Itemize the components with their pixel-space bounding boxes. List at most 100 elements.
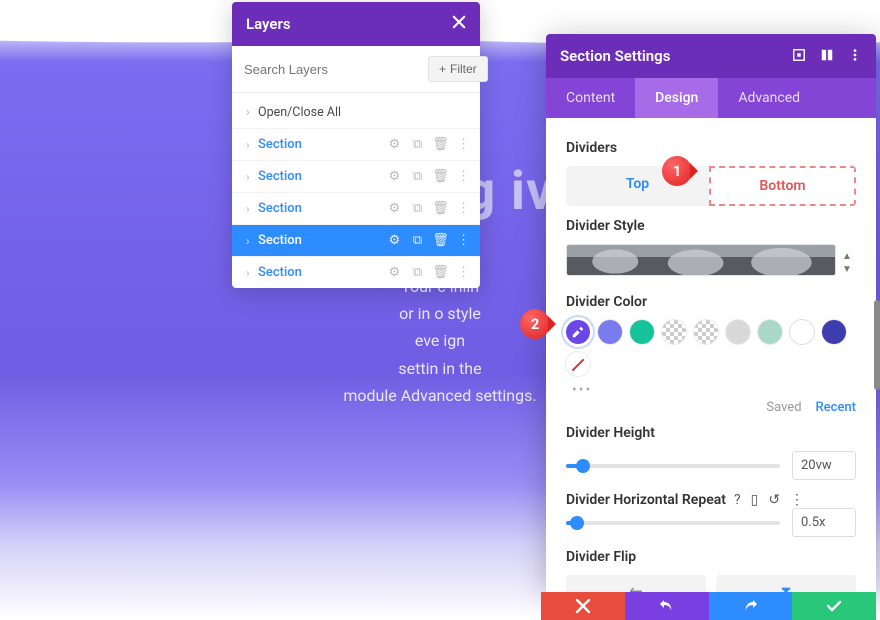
close-icon[interactable]: [452, 15, 466, 33]
trash-icon[interactable]: 🗑: [434, 170, 447, 183]
settings-header[interactable]: Section Settings: [546, 34, 876, 78]
layers-title: Layers: [246, 15, 291, 33]
layer-row[interactable]: Section ⚙ ⧉ 🗑 ⋮: [232, 128, 480, 160]
tab-design[interactable]: Design: [635, 78, 718, 118]
color-swatch-none[interactable]: [566, 352, 590, 376]
more-icon[interactable]: ⋮: [457, 234, 470, 247]
undo-button[interactable]: [625, 592, 709, 620]
more-icon[interactable]: ⋮: [457, 138, 470, 151]
open-close-all[interactable]: Open/Close All: [232, 93, 480, 128]
layer-row-icons: ⚙ ⧉ 🗑 ⋮: [388, 202, 470, 215]
help-icon[interactable]: ?: [734, 492, 741, 508]
layer-row-icons: ⚙ ⧉ 🗑 ⋮: [388, 170, 470, 183]
divider-style-preview[interactable]: [566, 244, 836, 276]
layer-label: Section: [258, 169, 388, 184]
style-stepper[interactable]: ▲▼: [842, 251, 856, 275]
chevron-down-icon[interactable]: ▼: [842, 264, 856, 275]
more-dots-icon[interactable]: •••: [572, 382, 856, 398]
tab-content[interactable]: Content: [546, 78, 635, 118]
redo-button[interactable]: [709, 592, 793, 620]
more-icon[interactable]: ⋮: [457, 266, 470, 279]
gear-icon[interactable]: ⚙: [388, 138, 401, 151]
trash-icon[interactable]: 🗑: [434, 202, 447, 215]
divider-repeat-label: Divider Horizontal Repeat: [566, 492, 726, 508]
toggle-bottom[interactable]: Bottom: [709, 166, 856, 206]
divider-height-label: Divider Height: [566, 425, 856, 441]
layer-row[interactable]: Section ⚙ ⧉ 🗑 ⋮: [232, 160, 480, 192]
recent-tab[interactable]: Recent: [816, 400, 856, 415]
layers-panel: Layers + Filter Open/Close All Section ⚙ ⧉…: [232, 2, 480, 288]
filter-label: Filter: [450, 62, 477, 76]
chevron-up-icon[interactable]: ▲: [842, 251, 856, 262]
color-swatch-navy[interactable]: [822, 320, 846, 344]
callout-two: 2: [520, 309, 550, 339]
trash-icon[interactable]: 🗑: [434, 138, 447, 151]
gear-icon[interactable]: ⚙: [388, 170, 401, 183]
reset-icon[interactable]: ↺: [768, 492, 780, 508]
color-swatch-mint[interactable]: [758, 320, 782, 344]
flip-vertical-button[interactable]: ⧗: [716, 575, 856, 592]
layer-row[interactable]: Section ⚙ ⧉ 🗑 ⋮: [232, 192, 480, 224]
duplicate-icon[interactable]: ⧉: [411, 138, 424, 151]
color-swatches: [566, 320, 856, 376]
more-icon[interactable]: ⋮: [457, 202, 470, 215]
tab-advanced[interactable]: Advanced: [718, 78, 820, 118]
plus-icon: +: [439, 62, 446, 76]
layer-row-selected[interactable]: Section ⚙⧉🗑⋮: [232, 224, 480, 256]
confirm-button[interactable]: [792, 592, 876, 620]
scrollbar-thumb[interactable]: [874, 300, 880, 390]
device-icon[interactable]: ▯: [751, 492, 759, 508]
settings-tabs: Content Design Advanced: [546, 78, 876, 118]
color-swatch-teal[interactable]: [630, 320, 654, 344]
layer-label: Section: [258, 201, 388, 216]
footer-toolbar: [541, 592, 876, 620]
slider-thumb[interactable]: [576, 459, 590, 473]
layer-label: Section: [258, 265, 388, 280]
filter-button[interactable]: + Filter: [428, 56, 488, 82]
expand-icon[interactable]: [792, 47, 806, 66]
layers-header[interactable]: Layers: [232, 2, 480, 46]
trash-icon[interactable]: 🗑: [434, 266, 447, 279]
flip-horizontal-button[interactable]: ⇋: [566, 575, 706, 592]
section-settings-panel: Section Settings Content Design Advanced…: [546, 34, 876, 592]
duplicate-icon[interactable]: ⧉: [411, 266, 424, 279]
layout-icon[interactable]: [820, 47, 834, 66]
gear-icon[interactable]: ⚙: [388, 266, 401, 279]
more-icon[interactable]: [848, 47, 862, 66]
saved-tab[interactable]: Saved: [766, 400, 801, 415]
callout-one: 1: [662, 156, 692, 186]
duplicate-icon[interactable]: ⧉: [411, 234, 424, 247]
layer-row-icons: ⚙ ⧉ 🗑 ⋮: [388, 138, 470, 151]
more-icon[interactable]: ⋮: [790, 492, 804, 508]
divider-repeat-slider[interactable]: [566, 521, 780, 525]
divider-color-label: Divider Color: [566, 294, 856, 310]
layer-label: Section: [258, 137, 388, 152]
color-swatch-blue[interactable]: [598, 320, 622, 344]
eyedropper-swatch[interactable]: [566, 320, 590, 344]
search-input[interactable]: [244, 62, 420, 77]
duplicate-icon[interactable]: ⧉: [411, 202, 424, 215]
cancel-button[interactable]: [541, 592, 625, 620]
gear-icon[interactable]: ⚙: [388, 234, 401, 247]
divider-flip-label: Divider Flip: [566, 549, 856, 565]
divider-height-input[interactable]: 20vw: [792, 451, 856, 480]
trash-icon[interactable]: 🗑: [434, 234, 447, 247]
color-swatch-transparent[interactable]: [694, 320, 718, 344]
layer-row[interactable]: Section ⚙ ⧉ 🗑 ⋮: [232, 256, 480, 288]
divider-repeat-input[interactable]: 0.5x: [792, 508, 856, 537]
color-swatch-gray[interactable]: [726, 320, 750, 344]
divider-style-label: Divider Style: [566, 218, 856, 234]
color-swatch-white[interactable]: [790, 320, 814, 344]
gear-icon[interactable]: ⚙: [388, 202, 401, 215]
color-swatch-transparent[interactable]: [662, 320, 686, 344]
settings-body: Dividers Top Bottom Divider Style ▲▼ Div…: [546, 118, 876, 592]
duplicate-icon[interactable]: ⧉: [411, 170, 424, 183]
more-icon[interactable]: ⋮: [457, 170, 470, 183]
settings-title: Section Settings: [560, 47, 670, 65]
layer-row-icons: ⚙ ⧉ 🗑 ⋮: [388, 234, 470, 247]
divider-height-slider[interactable]: [566, 464, 780, 468]
divider-position-toggle: Top Bottom: [566, 166, 856, 206]
dividers-label: Dividers: [566, 140, 856, 156]
slider-thumb[interactable]: [570, 516, 584, 530]
layer-row-icons: ⚙ ⧉ 🗑 ⋮: [388, 266, 470, 279]
